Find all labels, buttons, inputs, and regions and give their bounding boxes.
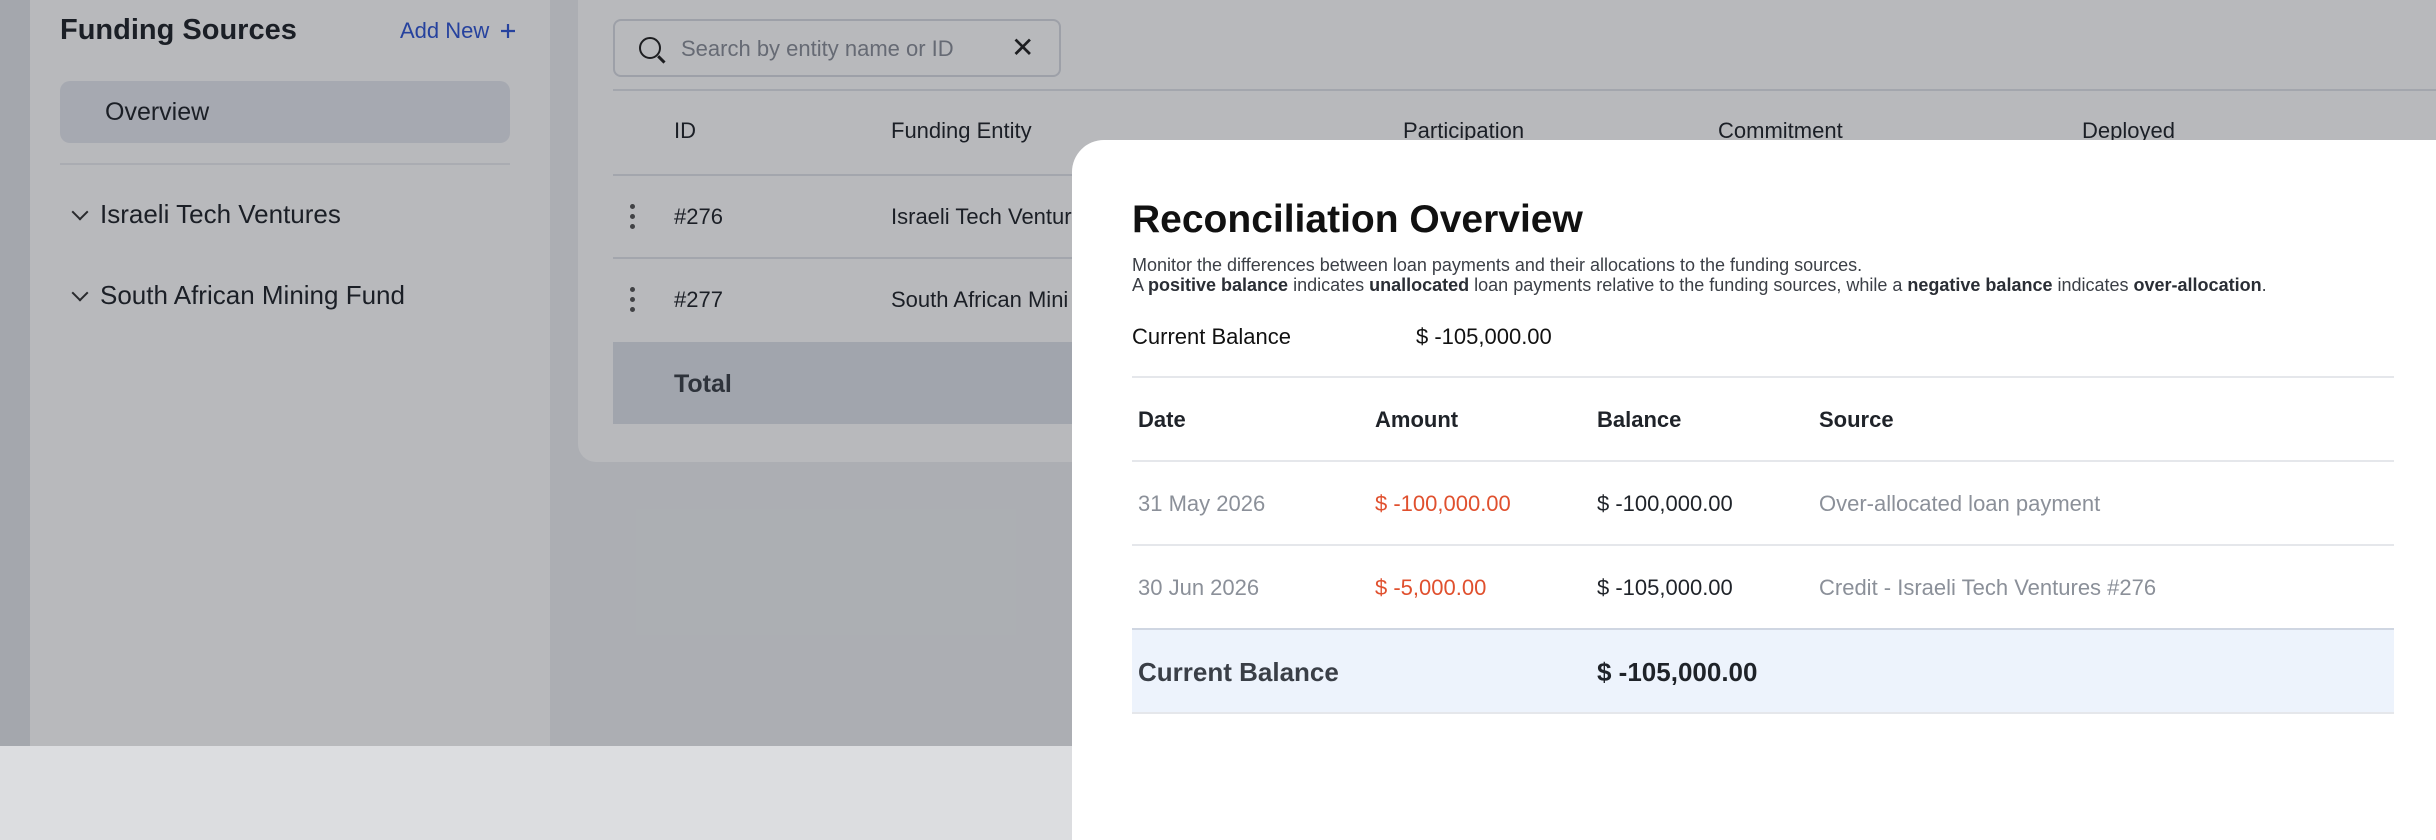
table-cell-source: Over-allocated loan payment <box>1819 491 2101 516</box>
modal-description: Monitor the differences between loan pay… <box>1132 255 1863 275</box>
current-balance-total-label: Current Balance <box>1138 657 1339 687</box>
table-cell-amount: $ -100,000.00 <box>1375 491 1511 516</box>
column-header-amount: Amount <box>1375 407 1459 432</box>
table-cell-balance: $ -105,000.00 <box>1597 575 1733 600</box>
table-cell-balance: $ -100,000.00 <box>1597 491 1733 516</box>
column-header-date: Date <box>1138 407 1186 432</box>
modal-title: Reconciliation Overview <box>1132 198 1583 241</box>
column-header-balance: Balance <box>1597 407 1682 432</box>
modal-divider <box>1132 376 2394 378</box>
table-cell-date: 30 Jun 2026 <box>1138 575 1260 600</box>
current-balance-total-value: $ -105,000.00 <box>1597 657 1758 687</box>
table-cell-date: 31 May 2026 <box>1138 491 1266 516</box>
modal-divider <box>1132 460 2394 462</box>
modal-description-legend: A positive balance indicates unallocated… <box>1132 275 2267 295</box>
table-cell-source: Credit - Israeli Tech Ventures #276 <box>1819 575 2157 600</box>
column-header-source: Source <box>1819 407 1894 432</box>
current-balance-label: Current Balance <box>1132 324 1291 349</box>
reconciliation-modal <box>1072 140 2436 840</box>
table-cell-amount: $ -5,000.00 <box>1375 575 1487 600</box>
current-balance-value: $ -105,000.00 <box>1416 324 1552 349</box>
modal-divider <box>1132 712 2394 714</box>
modal-divider <box>1132 544 2394 546</box>
